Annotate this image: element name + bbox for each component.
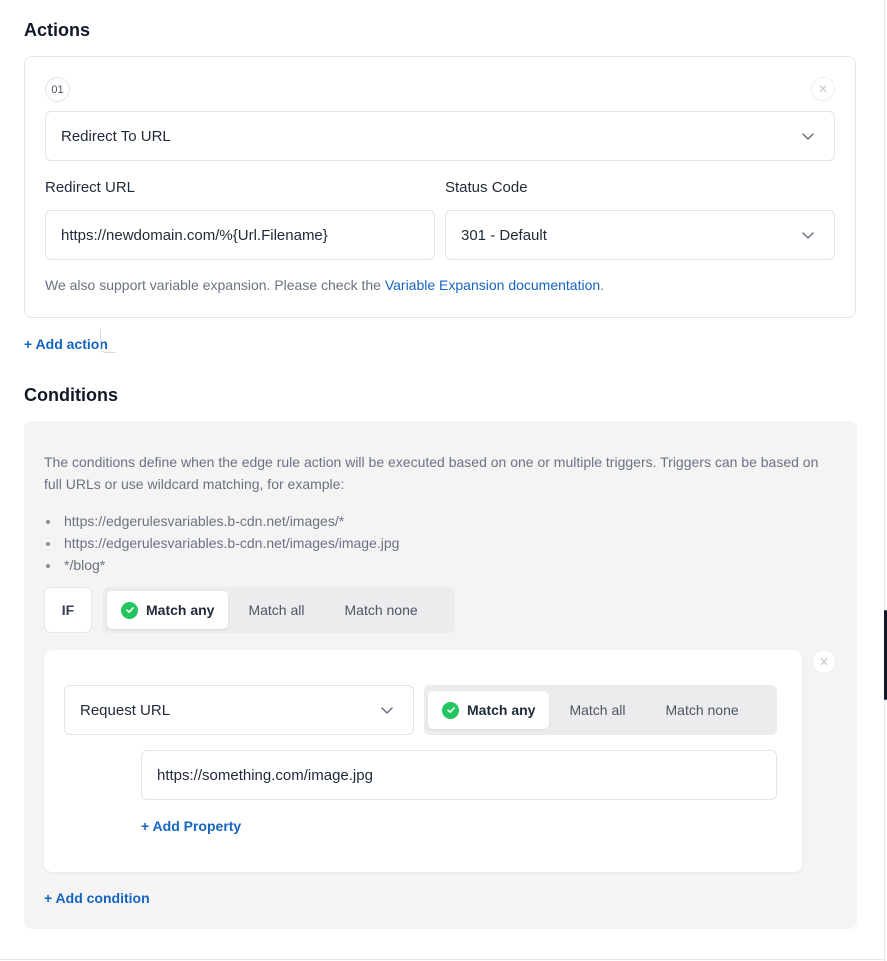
chevron-down-icon — [802, 130, 814, 142]
close-icon: ✕ — [817, 82, 829, 96]
if-label: IF — [44, 587, 92, 633]
variable-expansion-link[interactable]: Variable Expansion documentation — [385, 277, 600, 293]
condition-type-value: Request URL — [80, 701, 171, 719]
action-type-select[interactable]: Redirect To URL — [45, 111, 835, 161]
condition-match-toggle: Match any Match all Match none — [424, 685, 777, 735]
add-property-button[interactable]: + Add Property — [141, 818, 241, 834]
add-condition-button[interactable]: + Add condition — [44, 890, 150, 906]
add-action-button[interactable]: + Add action — [24, 336, 108, 352]
chevron-down-icon — [381, 704, 393, 716]
redirect-url-label: Redirect URL — [45, 179, 136, 196]
condition-card: Request URL Match any Match all Match no… — [44, 650, 802, 872]
variable-expansion-helper: We also support variable expansion. Plea… — [45, 277, 604, 293]
match-any-option[interactable]: Match any — [428, 691, 550, 729]
actions-title: Actions — [24, 20, 91, 40]
top-match-toggle: Match any Match all Match none — [103, 587, 455, 633]
status-code-select[interactable]: 301 - Default — [445, 210, 835, 260]
action-card: 01 ✕ Redirect To URL Redirect URL Status… — [24, 56, 856, 318]
tree-connector — [100, 329, 116, 353]
match-any-option[interactable]: Match any — [107, 591, 229, 629]
chevron-down-icon — [802, 229, 814, 241]
helper-end: . — [600, 277, 605, 293]
list-item: https://edgerulesvariables.b-cdn.net/ima… — [44, 510, 399, 532]
match-none-option[interactable]: Match none — [325, 591, 438, 629]
conditions-title: Conditions — [24, 385, 118, 405]
match-all-option[interactable]: Match all — [549, 691, 645, 729]
remove-action-button[interactable]: ✕ — [811, 77, 835, 101]
list-item: */blog* — [44, 554, 399, 576]
property-input[interactable]: https://something.com/image.jpg — [141, 750, 777, 800]
redirect-url-input[interactable]: https://newdomain.com/%{Url.Filename} — [45, 210, 435, 260]
check-circle-icon — [442, 701, 459, 719]
conditions-panel: The conditions define when the edge rule… — [24, 421, 857, 929]
check-circle-icon — [121, 601, 138, 619]
helper-text: We also support variable expansion. Plea… — [45, 277, 385, 293]
conditions-examples: https://edgerulesvariables.b-cdn.net/ima… — [44, 510, 399, 576]
action-type-value: Redirect To URL — [61, 127, 171, 145]
action-number-badge: 01 — [45, 77, 70, 102]
match-none-option[interactable]: Match none — [646, 691, 759, 729]
match-any-label: Match any — [467, 702, 536, 718]
redirect-url-value: https://newdomain.com/%{Url.Filename} — [61, 226, 328, 244]
panel-border — [884, 0, 885, 961]
panel-border-bottom — [0, 959, 885, 960]
condition-type-select[interactable]: Request URL — [64, 685, 414, 735]
close-icon: ✕ — [818, 655, 830, 669]
conditions-description: The conditions define when the edge rule… — [44, 454, 819, 492]
match-all-option[interactable]: Match all — [228, 591, 324, 629]
remove-condition-button[interactable]: ✕ — [812, 650, 836, 674]
match-any-label: Match any — [146, 602, 215, 618]
property-value: https://something.com/image.jpg — [157, 766, 373, 784]
edge-rule-editor: Actions 01 ✕ Redirect To URL Redirect UR… — [0, 0, 887, 961]
status-code-value: 301 - Default — [461, 226, 547, 244]
status-code-label: Status Code — [445, 179, 528, 196]
list-item: https://edgerulesvariables.b-cdn.net/ima… — [44, 532, 399, 554]
